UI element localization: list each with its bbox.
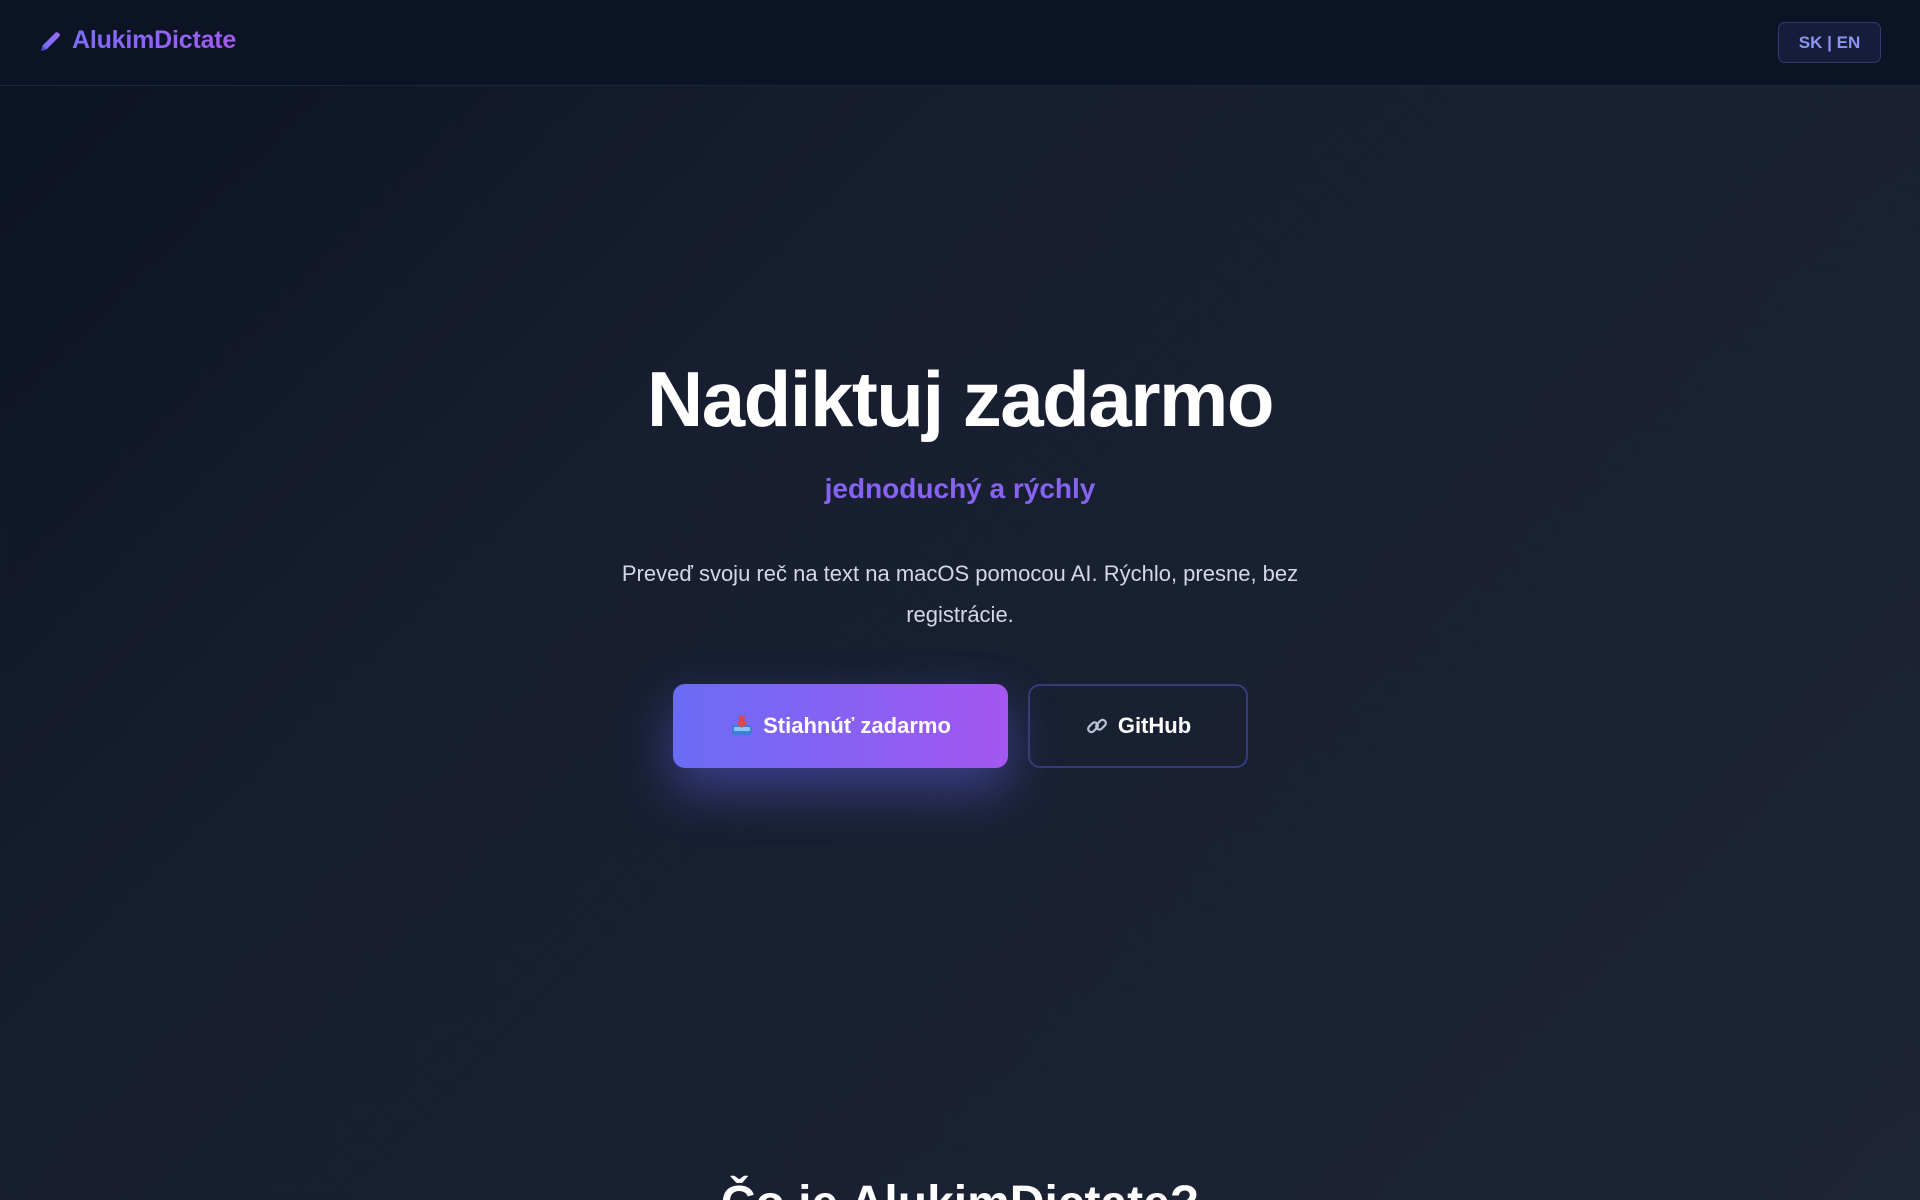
inbox-tray-icon	[732, 716, 753, 735]
hero-subtitle: jednoduchý a rýchly	[824, 473, 1096, 504]
brand-logo[interactable]: AlukimDictate	[38, 26, 236, 55]
github-button[interactable]: GitHub	[1028, 684, 1248, 768]
link-icon	[1086, 718, 1107, 734]
language-toggle-button[interactable]: SK | EN	[1778, 22, 1881, 63]
github-button-label: GitHub	[1117, 713, 1192, 738]
pencil-icon	[41, 31, 60, 51]
navbar: AlukimDictate SK | EN	[0, 0, 1920, 86]
hero-description: Preveď svoju reč na text na macOS pomoco…	[621, 561, 1299, 627]
section-title: Čo je AlukimDictate?	[0, 1180, 1920, 1200]
download-button[interactable]: Stiahnúť zadarmo	[673, 684, 1008, 768]
hero-title: Nadiktuj zadarmo	[646, 355, 1275, 443]
brand-name: AlukimDictate	[72, 26, 237, 54]
download-button-label: Stiahnúť zadarmo	[763, 713, 951, 738]
